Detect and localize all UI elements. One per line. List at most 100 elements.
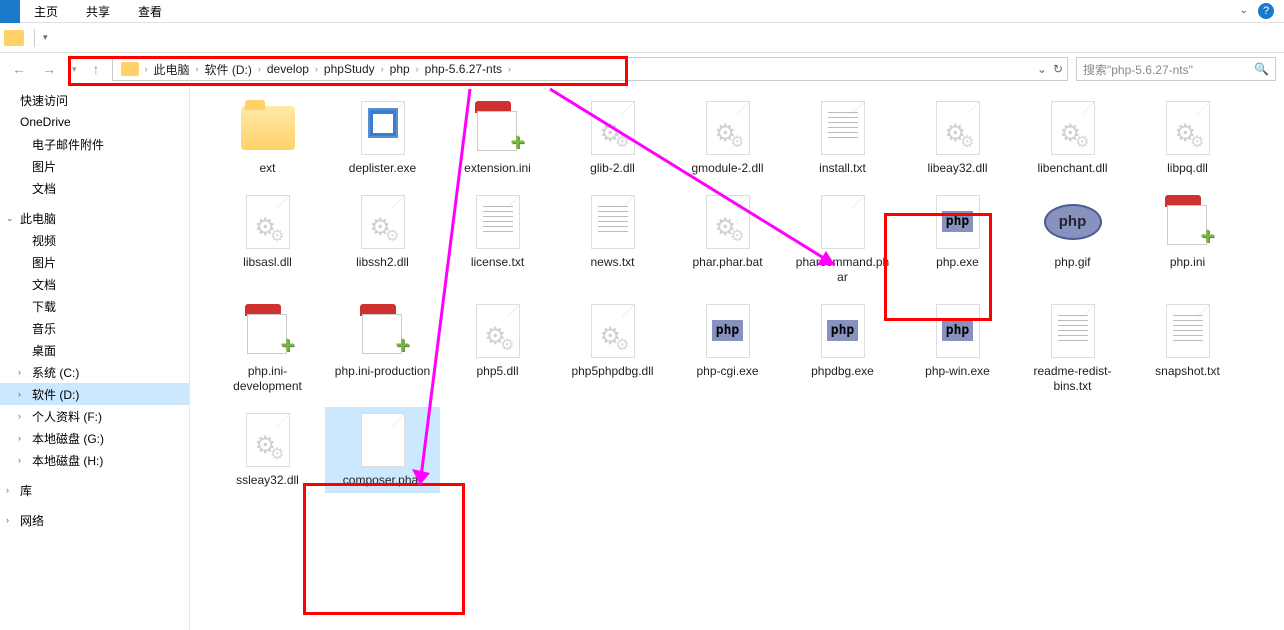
- sidebar-item[interactable]: ›库: [0, 479, 189, 501]
- sidebar-item[interactable]: 音乐: [0, 317, 189, 339]
- sidebar-item[interactable]: 桌面: [0, 339, 189, 361]
- breadcrumb-segment[interactable]: 此电脑: [150, 61, 194, 78]
- chevron-right-icon[interactable]: ›: [256, 64, 263, 74]
- file-item[interactable]: pharcommand.phar: [785, 189, 900, 290]
- file-item[interactable]: phpphpdbg.exe: [785, 298, 900, 399]
- sidebar-item[interactable]: 视频: [0, 229, 189, 251]
- file-item[interactable]: ⚙⚙gmodule-2.dll: [670, 95, 785, 181]
- ribbon-tab-view[interactable]: 查看: [124, 0, 176, 23]
- sidebar-item[interactable]: 图片: [0, 155, 189, 177]
- file-item[interactable]: ⚙⚙ssleay32.dll: [210, 407, 325, 493]
- file-name: php-cgi.exe: [696, 364, 758, 380]
- breadcrumb-segment[interactable]: develop: [263, 62, 313, 76]
- file-item[interactable]: +php.ini: [1130, 189, 1245, 290]
- sidebar-item[interactable]: 下载: [0, 295, 189, 317]
- file-item[interactable]: deplister.exe: [325, 95, 440, 181]
- file-item[interactable]: ⚙⚙phar.phar.bat: [670, 189, 785, 290]
- file-name: php.gif: [1054, 255, 1090, 271]
- expand-icon[interactable]: ›: [18, 455, 28, 465]
- nav-up-icon[interactable]: ↑: [89, 61, 104, 77]
- sidebar-label: 桌面: [32, 342, 56, 359]
- sidebar-item[interactable]: › 网络: [0, 509, 189, 531]
- navigation-pane: 快速访问OneDrive电子邮件附件图片文档⌄此电脑视频图片文档下载音乐桌面›系…: [0, 85, 190, 630]
- expand-icon[interactable]: ›: [18, 433, 28, 443]
- ribbon-tab-home[interactable]: 主页: [20, 0, 72, 23]
- expand-icon[interactable]: ›: [18, 389, 28, 399]
- sidebar-item[interactable]: ⌄此电脑: [0, 207, 189, 229]
- help-icon[interactable]: ?: [1258, 3, 1274, 19]
- sidebar-item[interactable]: ›软件 (D:): [0, 383, 189, 405]
- sidebar-item[interactable]: OneDrive: [0, 111, 189, 133]
- chevron-right-icon[interactable]: ›: [379, 64, 386, 74]
- file-item[interactable]: ⚙⚙glib-2.dll: [555, 95, 670, 181]
- sidebar-item[interactable]: ›个人资料 (F:): [0, 405, 189, 427]
- sidebar-item[interactable]: 快速访问: [0, 89, 189, 111]
- file-item[interactable]: phpphp-cgi.exe: [670, 298, 785, 399]
- file-item[interactable]: phpphp.gif: [1015, 189, 1130, 290]
- file-item[interactable]: ⚙⚙libssh2.dll: [325, 189, 440, 290]
- breadcrumb-segment[interactable]: php: [386, 62, 414, 76]
- file-icon: +: [354, 302, 412, 360]
- chevron-right-icon[interactable]: ›: [506, 64, 513, 74]
- address-dropdown-icon[interactable]: ⌄: [1037, 62, 1047, 76]
- nav-history-icon[interactable]: ▾: [68, 64, 81, 75]
- file-item[interactable]: phpphp-win.exe: [900, 298, 1015, 399]
- breadcrumb[interactable]: › 此电脑› 软件 (D:)› develop› phpStudy› php› …: [112, 57, 1068, 81]
- file-item[interactable]: license.txt: [440, 189, 555, 290]
- chevron-right-icon[interactable]: ›: [194, 64, 201, 74]
- file-item[interactable]: snapshot.txt: [1130, 298, 1245, 399]
- sidebar-item[interactable]: 图片: [0, 251, 189, 273]
- file-item[interactable]: phpphp.exe: [900, 189, 1015, 290]
- sidebar-label: 库: [20, 482, 32, 499]
- ribbon-tab-share[interactable]: 共享: [72, 0, 124, 23]
- nav-forward-icon[interactable]: →: [38, 61, 60, 77]
- breadcrumb-segment[interactable]: 软件 (D:): [201, 61, 256, 78]
- chevron-right-icon[interactable]: ›: [313, 64, 320, 74]
- file-icon: +: [1159, 193, 1217, 251]
- expand-icon[interactable]: ›: [18, 411, 28, 421]
- file-item[interactable]: ⚙⚙libeay32.dll: [900, 95, 1015, 181]
- sidebar-item[interactable]: 文档: [0, 177, 189, 199]
- chevron-right-icon[interactable]: ›: [414, 64, 421, 74]
- file-item[interactable]: +php.ini-production: [325, 298, 440, 399]
- expand-icon[interactable]: ⌄: [6, 213, 16, 224]
- nav-back-icon[interactable]: ←: [8, 61, 30, 77]
- breadcrumb-segment[interactable]: phpStudy: [320, 62, 379, 76]
- file-icon: ⚙⚙: [1044, 99, 1102, 157]
- file-view[interactable]: extdeplister.exe+extension.ini⚙⚙glib-2.d…: [190, 85, 1284, 630]
- ribbon-expand-icon[interactable]: ⌄: [1240, 5, 1248, 16]
- file-icon: [469, 193, 527, 251]
- expand-icon[interactable]: ›: [18, 367, 28, 377]
- expand-icon[interactable]: ›: [6, 515, 16, 525]
- chevron-right-icon[interactable]: ›: [143, 64, 150, 74]
- folder-icon: [4, 30, 24, 46]
- file-tab[interactable]: [0, 0, 20, 23]
- sidebar-item[interactable]: ›本地磁盘 (G:): [0, 427, 189, 449]
- file-item[interactable]: +extension.ini: [440, 95, 555, 181]
- sidebar-item[interactable]: 文档: [0, 273, 189, 295]
- refresh-icon[interactable]: ↻: [1053, 62, 1063, 76]
- file-item[interactable]: ⚙⚙libpq.dll: [1130, 95, 1245, 181]
- file-item[interactable]: ⚙⚙php5.dll: [440, 298, 555, 399]
- file-name: libssh2.dll: [356, 255, 409, 271]
- file-item[interactable]: install.txt: [785, 95, 900, 181]
- sidebar-item[interactable]: ›系统 (C:): [0, 361, 189, 383]
- file-item[interactable]: news.txt: [555, 189, 670, 290]
- file-item[interactable]: ⚙⚙libsasl.dll: [210, 189, 325, 290]
- file-item[interactable]: +php.ini-development: [210, 298, 325, 399]
- file-item[interactable]: readme-redist-bins.txt: [1015, 298, 1130, 399]
- search-input[interactable]: 搜索"php-5.6.27-nts" 🔍: [1076, 57, 1276, 81]
- file-name: extension.ini: [464, 161, 531, 177]
- file-name: glib-2.dll: [590, 161, 635, 177]
- breadcrumb-segment[interactable]: php-5.6.27-nts: [421, 62, 506, 76]
- qat-dropdown-icon[interactable]: ▾: [39, 32, 52, 43]
- file-item[interactable]: ⚙⚙php5phpdbg.dll: [555, 298, 670, 399]
- sidebar-item[interactable]: 电子邮件附件: [0, 133, 189, 155]
- file-item[interactable]: composer.phar: [325, 407, 440, 493]
- file-item[interactable]: ext: [210, 95, 325, 181]
- file-name: license.txt: [471, 255, 524, 271]
- expand-icon[interactable]: ›: [6, 485, 16, 495]
- sidebar-item[interactable]: ›本地磁盘 (H:): [0, 449, 189, 471]
- sidebar-label: 网络: [20, 512, 44, 529]
- file-item[interactable]: ⚙⚙libenchant.dll: [1015, 95, 1130, 181]
